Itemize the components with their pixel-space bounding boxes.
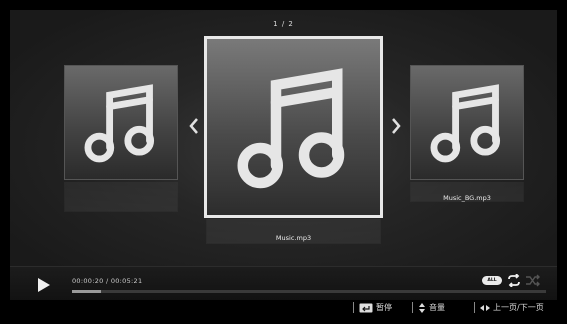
separator	[474, 302, 475, 313]
reflection-previous	[64, 182, 178, 212]
progress-fill	[72, 290, 102, 293]
hint-volume-label: 音量	[429, 303, 445, 312]
music-note-icon	[237, 68, 345, 189]
repeat-icon[interactable]	[506, 274, 522, 287]
play-icon[interactable]	[37, 277, 51, 293]
hint-volume[interactable]: 音量	[412, 302, 445, 313]
carousel-item-previous[interactable]	[64, 65, 178, 180]
music-note-icon	[430, 84, 501, 163]
progress-bar[interactable]	[72, 290, 546, 293]
music-note-icon	[84, 84, 155, 163]
carousel-item-next[interactable]	[410, 65, 524, 180]
selected-filename: Music.mp3	[275, 234, 312, 242]
hint-page[interactable]: 上一页/下一页	[474, 302, 544, 313]
hint-pause[interactable]: 暂停	[353, 302, 392, 313]
chevron-left-icon[interactable]	[188, 116, 200, 136]
player-controls: 00:00:20 / 00:05:21 ALL	[10, 266, 557, 301]
separator	[353, 302, 354, 313]
hint-bar: 暂停 音量 上一页/下一页	[10, 300, 557, 316]
hint-pause-label: 暂停	[376, 303, 392, 312]
enter-key-icon	[359, 303, 373, 312]
shuffle-icon[interactable]	[525, 274, 541, 287]
next-filename: Music_BG.mp3	[443, 194, 491, 202]
hint-page-label: 上一页/下一页	[493, 303, 544, 312]
chevron-right-icon[interactable]	[390, 116, 402, 136]
separator	[412, 302, 413, 313]
page-indicator: 1 / 2	[273, 20, 294, 28]
repeat-mode-badge[interactable]: ALL	[482, 276, 502, 285]
media-player-screen: 1 / 2 Music.mp3 Music_BG.mp3 00:00:20 / …	[10, 10, 557, 316]
carousel-item-selected[interactable]	[204, 36, 383, 218]
left-right-arrow-icon	[480, 304, 490, 311]
time-readout: 00:00:20 / 00:05:21	[72, 277, 143, 285]
up-down-arrow-icon	[419, 302, 425, 313]
